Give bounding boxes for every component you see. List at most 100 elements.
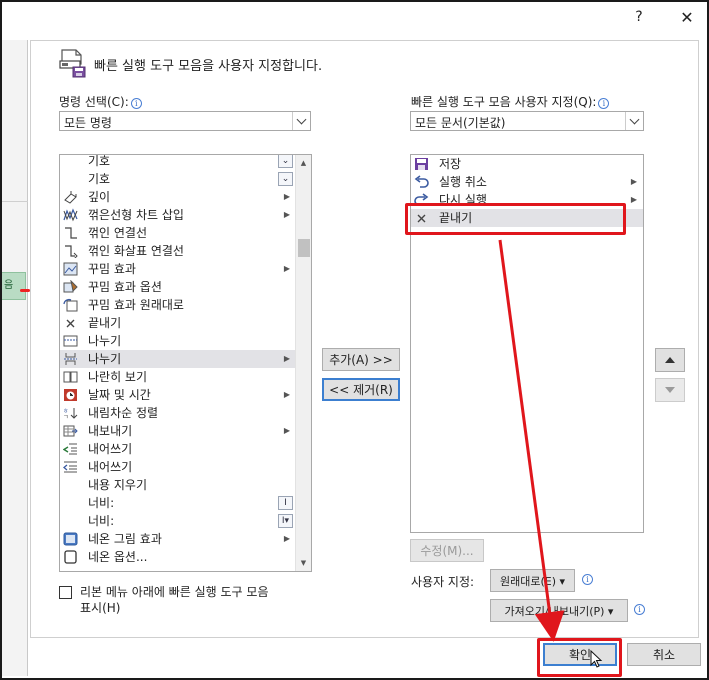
red-mark-left [20, 289, 30, 292]
scroll-down-icon[interactable]: ▼ [296, 555, 311, 571]
info-icon: i [582, 574, 593, 585]
elbow-connector-icon [63, 226, 78, 240]
available-commands-list[interactable]: 기호 ⌄ 기호 ⌄ 깊이 ▶ 꺾은선형 차트 삽입 ▶ 꺾인 연결선 꺾인 화살표 연결선 꾸밈 효… [59, 154, 312, 572]
artistic-options-icon [63, 280, 78, 294]
line-chart-icon [63, 208, 78, 222]
command-list-item-label: 내용 지우기 [88, 478, 148, 492]
info-icon: i [634, 604, 645, 615]
show-below-ribbon-label-line2: 표시(H) [80, 601, 121, 615]
command-list-item[interactable]: 나란히 보기 [60, 368, 296, 386]
quick-access-toolbar-icon [59, 48, 87, 78]
command-list-item[interactable]: 나누기 [60, 332, 296, 350]
toolbar-list-item-label: 실행 취소 [439, 175, 487, 189]
command-list-item[interactable]: 꾸밈 효과 원래대로 [60, 296, 296, 314]
move-down-button[interactable] [655, 378, 685, 402]
command-list-item[interactable]: 꺾인 화살표 연결선 [60, 242, 296, 260]
command-list-item[interactable]: 나누기 ▶ [60, 350, 296, 368]
title-bar: ? ✕ [2, 2, 707, 32]
command-list-item[interactable]: 날짜 및 시간 ▶ [60, 386, 296, 404]
dialog-header-text: 빠른 실행 도구 모음을 사용자 지정합니다. [94, 59, 323, 74]
command-list-item-label: 내림차순 정렬 [88, 406, 159, 420]
annotation-highlight-ok-button [537, 638, 622, 677]
artistic-effects-icon [63, 262, 78, 276]
annotation-highlight-exit-item [405, 203, 626, 235]
move-up-button[interactable] [655, 348, 685, 372]
command-list-item-label: 내어쓰기 [88, 442, 133, 456]
command-list-item-label: 날짜 및 시간 [88, 388, 151, 402]
command-list-item[interactable]: 기호 ⌄ [60, 170, 296, 188]
triangle-down-icon [665, 387, 675, 393]
command-list-item[interactable]: 기호 ⌄ [60, 154, 296, 170]
command-list-item-label: 나누기 [88, 334, 122, 348]
command-list-item[interactable]: 깊이 ▶ [60, 188, 296, 206]
command-list-item[interactable]: 내어쓰기 [60, 458, 296, 476]
outdent-icon [63, 442, 78, 456]
reset-effects-icon [63, 298, 78, 312]
save-icon [414, 157, 429, 171]
command-list-item[interactable]: 내보내기 ▶ [60, 422, 296, 440]
command-list-item-label: 꺾은선형 차트 삽입 [88, 208, 184, 222]
submenu-arrow-icon: ▶ [283, 192, 290, 201]
command-list-item[interactable]: 끝내기 [60, 314, 296, 332]
choose-commands-label-text: 명령 선택(C): [59, 95, 129, 109]
customize-label: 사용자 지정: [411, 575, 475, 589]
cancel-button[interactable]: 취소 [627, 643, 701, 666]
outdent-left-icon [63, 460, 78, 474]
svg-text:ㄱ: ㄱ [63, 414, 69, 420]
available-commands-scrollbar[interactable]: ▲ ▼ [295, 155, 311, 571]
command-list-item-label: 끝내기 [88, 316, 122, 330]
choose-commands-dropdown[interactable]: 모든 명령 [59, 111, 311, 131]
submenu-arrow-icon: ▶ [283, 210, 290, 219]
text-cursor-icon[interactable]: I [278, 496, 293, 510]
pane-divider [2, 201, 28, 202]
glow-icon [63, 532, 78, 546]
submenu-arrow-icon: ▶ [283, 354, 290, 363]
text-cursor-icon[interactable]: I▾ [278, 514, 293, 528]
import-export-dropdown-button[interactable]: 가져오기/내보내기(P) ▾ [490, 599, 628, 622]
command-list-item[interactable]: 꺾은선형 차트 삽입 ▶ [60, 206, 296, 224]
command-list-item-label: 꾸밈 효과 옵션 [88, 280, 162, 294]
scrollbar-thumb[interactable] [298, 239, 310, 257]
chevron-down-icon[interactable]: ⌄ [278, 155, 293, 168]
command-list-item-label: 네온 옵션... [88, 550, 148, 564]
command-list-item[interactable]: 내용 지우기 [60, 476, 296, 494]
command-list-item[interactable]: 네온 그림 효과 ▶ [60, 530, 296, 548]
reset-dropdown-button[interactable]: 원래대로(E) ▾ [490, 569, 575, 592]
submenu-arrow-icon: ▶ [283, 426, 290, 435]
remove-button[interactable]: << 제거(R) [322, 378, 400, 401]
customize-toolbar-label: 빠른 실행 도구 모음 사용자 지정(Q): i [411, 93, 610, 110]
command-list-item-label: 꺾인 화살표 연결선 [88, 244, 184, 258]
command-list-item[interactable]: 네온 옵션... [60, 548, 296, 566]
command-list-item-label: 내어쓰기 [88, 460, 133, 474]
blank-icon [63, 155, 78, 168]
scroll-up-icon[interactable]: ▲ [296, 155, 311, 171]
add-button[interactable]: 추가(A) >> [322, 348, 400, 371]
command-list-item[interactable]: ㅎㄱ 내림차순 정렬 [60, 404, 296, 422]
customize-toolbar-dropdown[interactable]: 모든 문서(기본값) [410, 111, 644, 131]
split-icon [63, 334, 78, 348]
command-list-item[interactable]: 꺾인 연결선 [60, 224, 296, 242]
command-list-item-label: 꾸밈 효과 원래대로 [88, 298, 184, 312]
command-list-item[interactable]: 너비: I▾ [60, 512, 296, 530]
command-list-item[interactable]: 너비: I [60, 494, 296, 512]
command-list-item-label: 기호 [88, 154, 111, 168]
command-list-item-label: 꾸밈 효과 [88, 262, 136, 276]
submenu-arrow-icon: ▶ [283, 390, 290, 399]
command-list-item-label: 나누기 [88, 352, 122, 366]
blank-icon [63, 496, 78, 510]
show-below-ribbon-checkbox[interactable] [59, 586, 72, 599]
close-button[interactable]: ✕ [667, 2, 707, 32]
customize-toolbar-label-text: 빠른 실행 도구 모음 사용자 지정(Q): [411, 95, 597, 109]
command-list-item[interactable]: 꾸밈 효과 옵션 [60, 278, 296, 296]
toolbar-list-item[interactable]: 저장 [411, 155, 643, 173]
blank-icon [63, 172, 78, 186]
chevron-down-icon[interactable]: ⌄ [278, 172, 293, 186]
toolbar-list-item[interactable]: 실행 취소 ▶ [411, 173, 643, 191]
command-list-item[interactable]: 내어쓰기 [60, 440, 296, 458]
submenu-arrow-icon: ▶ [283, 534, 290, 543]
help-button[interactable]: ? [619, 2, 659, 32]
command-list-item-label: 네온 그림 효과 [88, 532, 162, 546]
close-x-icon [63, 316, 78, 330]
modify-button[interactable]: 수정(M)... [410, 539, 484, 562]
command-list-item[interactable]: 꾸밈 효과 ▶ [60, 260, 296, 278]
